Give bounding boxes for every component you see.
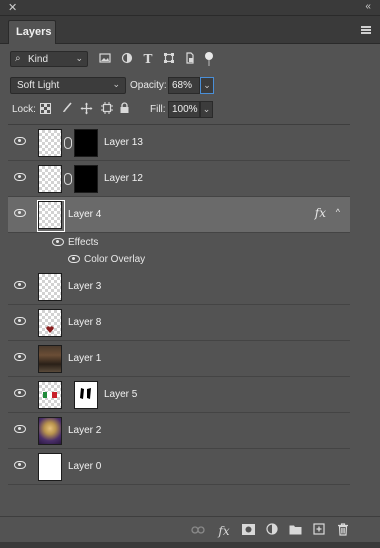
mask-shape bbox=[80, 388, 91, 399]
collapse-icon[interactable]: ‹‹ bbox=[365, 1, 371, 12]
eye-icon[interactable] bbox=[14, 389, 26, 397]
eye-icon[interactable] bbox=[14, 461, 26, 469]
fx-icon[interactable]: fx bbox=[216, 523, 232, 539]
panel-bottom-strip bbox=[0, 542, 380, 548]
layer-thumbnail[interactable] bbox=[38, 129, 62, 157]
scrollbar-track[interactable] bbox=[350, 124, 370, 486]
eye-icon[interactable] bbox=[14, 209, 26, 217]
lock-all-icon[interactable] bbox=[118, 102, 131, 115]
opacity-input[interactable]: 68% bbox=[168, 77, 200, 94]
layer-name[interactable]: Layer 4 bbox=[68, 209, 101, 220]
layer-name[interactable]: Layer 2 bbox=[68, 425, 101, 436]
new-group-icon[interactable] bbox=[287, 523, 303, 539]
selection-outline bbox=[37, 200, 65, 232]
layer-row[interactable]: Layer 13 bbox=[8, 125, 370, 161]
type-filter-icon[interactable]: T bbox=[141, 52, 155, 66]
layer-row[interactable]: Layer 3 bbox=[8, 269, 370, 305]
layer-mask-thumbnail[interactable] bbox=[74, 165, 98, 193]
layer-row[interactable]: Layer 12 bbox=[8, 161, 370, 197]
effects-row: Effects bbox=[8, 234, 370, 251]
chevron-down-icon: ⌄ bbox=[112, 79, 120, 89]
layer-row[interactable]: Layer 1 bbox=[8, 341, 370, 377]
eye-icon[interactable] bbox=[14, 173, 26, 181]
layer-row[interactable]: Layer 0 bbox=[8, 449, 370, 485]
new-layer-icon[interactable] bbox=[311, 523, 327, 539]
adjustment-filter-icon[interactable] bbox=[120, 52, 134, 66]
layer-thumbnail[interactable] bbox=[37, 200, 65, 232]
layer-row-selected[interactable]: Layer 4 fx ^ bbox=[8, 197, 350, 233]
flag-icon bbox=[43, 392, 57, 398]
layer-thumbnail[interactable] bbox=[38, 345, 62, 373]
layer-thumbnail[interactable] bbox=[38, 309, 62, 337]
filter-row: ⌕ Kind ⌄ T bbox=[0, 46, 380, 72]
panel-top-strip: ✕ ‹‹ bbox=[0, 0, 380, 16]
layer-name[interactable]: Layer 8 bbox=[68, 317, 101, 328]
layer-thumbnail[interactable] bbox=[38, 453, 62, 481]
link-icon[interactable] bbox=[64, 137, 72, 149]
eye-icon[interactable] bbox=[14, 353, 26, 361]
adjustment-layer-icon[interactable] bbox=[264, 523, 280, 539]
lock-image-pixels-icon[interactable] bbox=[60, 102, 73, 115]
eye-icon[interactable] bbox=[14, 425, 26, 433]
tab-layers[interactable]: Layers bbox=[8, 20, 56, 44]
heart-icon bbox=[46, 326, 54, 333]
layer-row[interactable]: Layer 5 bbox=[8, 377, 370, 413]
eye-icon[interactable] bbox=[14, 281, 26, 289]
layer-mask-thumbnail[interactable] bbox=[74, 381, 98, 409]
layer-thumbnail[interactable] bbox=[38, 381, 62, 409]
fill-input[interactable]: 100% bbox=[168, 101, 200, 118]
eye-icon[interactable] bbox=[52, 238, 64, 246]
smart-object-filter-icon[interactable] bbox=[183, 52, 197, 66]
close-icon[interactable]: ✕ bbox=[8, 1, 17, 14]
shape-filter-icon[interactable] bbox=[162, 52, 176, 66]
fill-label: Fill: bbox=[150, 104, 166, 115]
link-layers-icon[interactable] bbox=[190, 523, 206, 539]
tab-layers-label: Layers bbox=[16, 26, 52, 38]
layer-name[interactable]: Layer 1 bbox=[68, 353, 101, 364]
lock-artboard-icon[interactable] bbox=[100, 102, 113, 115]
chevron-down-icon: ⌄ bbox=[75, 53, 83, 63]
link-icon[interactable] bbox=[64, 173, 72, 185]
delete-icon[interactable] bbox=[335, 523, 351, 539]
filter-toggle-icon[interactable] bbox=[205, 52, 213, 66]
eye-icon[interactable] bbox=[14, 137, 26, 145]
kind-filter-select[interactable]: ⌕ Kind ⌄ bbox=[10, 51, 88, 67]
effect-item-label[interactable]: Color Overlay bbox=[84, 254, 145, 265]
layer-row[interactable]: Layer 2 bbox=[8, 413, 370, 449]
panel-footer: fx bbox=[0, 516, 380, 542]
add-mask-icon[interactable] bbox=[240, 523, 256, 539]
layer-name[interactable]: Layer 3 bbox=[68, 281, 101, 292]
layer-row[interactable]: Layer 8 bbox=[8, 305, 370, 341]
eye-icon[interactable] bbox=[14, 317, 26, 325]
fill-slider-toggle[interactable]: ⌄ bbox=[200, 101, 213, 118]
lock-position-icon[interactable] bbox=[80, 102, 93, 115]
search-icon: ⌕ bbox=[15, 53, 21, 64]
lock-row: Lock: Fill: 100% ⌄ bbox=[0, 98, 380, 120]
eye-icon[interactable] bbox=[68, 255, 80, 263]
layer-thumbnail[interactable] bbox=[38, 417, 62, 445]
effects-label: Effects bbox=[68, 237, 99, 248]
image-filter-icon[interactable] bbox=[98, 52, 112, 66]
layer-name[interactable]: Layer 12 bbox=[104, 173, 143, 184]
layer-name[interactable]: Layer 13 bbox=[104, 137, 143, 148]
layer-thumbnail[interactable] bbox=[38, 273, 62, 301]
opacity-label: Opacity: bbox=[130, 80, 167, 91]
layer-thumbnail[interactable] bbox=[38, 165, 62, 193]
layer-mask-thumbnail[interactable] bbox=[74, 129, 98, 157]
opacity-slider-toggle[interactable]: ⌄ bbox=[200, 77, 214, 94]
fx-icon[interactable]: fx bbox=[315, 206, 326, 220]
layer-name[interactable]: Layer 0 bbox=[68, 461, 101, 472]
effect-item-row: Color Overlay bbox=[8, 251, 370, 268]
blend-mode-select[interactable]: Soft Light ⌄ bbox=[10, 77, 126, 94]
lock-transparent-pixels-icon[interactable] bbox=[40, 103, 51, 114]
panel-tab-bar: Layers bbox=[0, 16, 380, 44]
layers-list: Layer 13 Layer 12 Layer 4 fx ^ Effects C… bbox=[8, 124, 370, 486]
kind-filter-label: Kind bbox=[28, 54, 49, 65]
lock-label: Lock: bbox=[12, 104, 36, 115]
blend-row: Soft Light ⌄ Opacity: 68% ⌄ bbox=[0, 74, 380, 96]
panel-menu-icon[interactable] bbox=[361, 26, 371, 34]
chevron-up-icon[interactable]: ^ bbox=[336, 207, 340, 217]
blend-mode-value: Soft Light bbox=[17, 80, 60, 91]
layer-name[interactable]: Layer 5 bbox=[104, 389, 137, 400]
